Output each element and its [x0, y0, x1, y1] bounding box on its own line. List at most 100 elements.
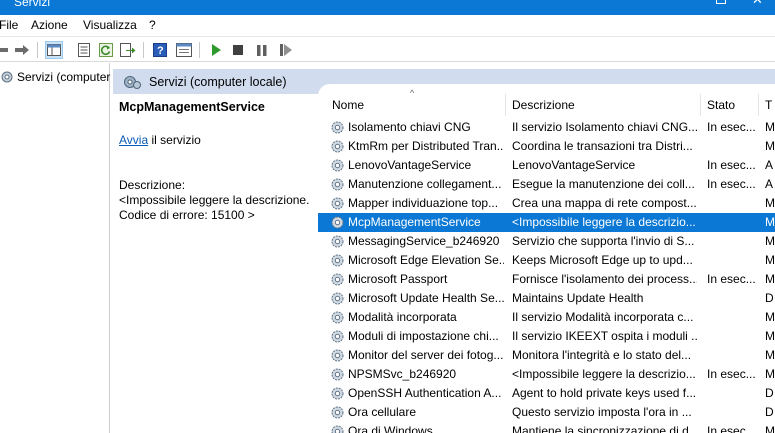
table-row[interactable]: Ora di Windows Mantiene la sincronizzazio…: [318, 422, 775, 433]
service-gear-icon: [331, 330, 344, 343]
table-row[interactable]: MessagingService_b246920 Servizio che sup…: [318, 232, 775, 251]
services-icon: [124, 75, 141, 89]
service-gear-icon: [331, 159, 344, 172]
cell-startup-type: M: [765, 424, 775, 433]
cell-startup-type: M: [765, 196, 775, 210]
cell-startup-type: A: [765, 177, 774, 191]
cell-description: <Impossibile leggere la descrizio...: [512, 215, 696, 229]
cell-description: Servizio che supporta l'invio di S...: [512, 234, 695, 248]
description-label: Descrizione:: [119, 178, 186, 192]
cell-description: Il servizio IKEEXT ospita i moduli ...: [512, 329, 697, 343]
menu-azione[interactable]: Azione: [31, 18, 68, 32]
cell-description: Esegue la manutenzione dei coll...: [512, 177, 695, 191]
cell-startup-type: A: [765, 158, 774, 172]
table-row[interactable]: Microsoft Edge Elevation Se... Keeps Micr…: [318, 251, 775, 270]
menu-visualizza[interactable]: Visualizza: [83, 18, 137, 32]
cell-startup-type: D: [765, 405, 774, 419]
maximize-icon[interactable]: [716, 0, 726, 4]
cell-description: Il servizio Isolamento chiavi CNG...: [512, 120, 697, 134]
cell-name: Microsoft Passport: [348, 272, 448, 286]
view-icon[interactable]: [175, 41, 193, 59]
cell-name: OpenSSH Authentication A...: [348, 386, 502, 400]
cell-description: <Impossibile leggere la descrizio...: [512, 367, 696, 381]
service-gear-icon: [331, 254, 344, 267]
service-gear-icon: [331, 406, 344, 419]
cell-state: In esec...: [707, 177, 756, 191]
table-row[interactable]: Modalità incorporata Il servizio Modalità…: [318, 308, 775, 327]
table-row[interactable]: Mapper individuazione top... Crea una map…: [318, 194, 775, 213]
cell-description: Mantiene la sincronizzazione di d...: [512, 424, 697, 433]
table-row[interactable]: Microsoft Passport Fornisce l'isolamento …: [318, 270, 775, 289]
refresh-icon[interactable]: [97, 41, 115, 59]
cell-startup-type: M: [765, 272, 775, 286]
cell-name: Microsoft Update Health Se...: [348, 291, 504, 305]
table-row[interactable]: Microsoft Update Health Se... Maintains U…: [318, 289, 775, 308]
cell-state: In esec...: [707, 120, 756, 134]
cell-name: Isolamento chiavi CNG: [348, 120, 471, 134]
column-header-descrizione[interactable]: Descrizione: [506, 94, 701, 116]
table-row[interactable]: Ora cellulare Questo servizio imposta l'o…: [318, 403, 775, 422]
table-row[interactable]: KtmRm per Distributed Tran... Coordina le…: [318, 137, 775, 156]
table-row[interactable]: McpManagementService <Impossibile leggere…: [318, 213, 775, 232]
cell-startup-type: D: [765, 386, 774, 400]
services-list: ^ Nome Descrizione Stato T Isolamento ch…: [318, 84, 775, 433]
service-gear-icon: [331, 273, 344, 286]
table-row[interactable]: OpenSSH Authentication A... Agent to hold…: [318, 384, 775, 403]
help-icon[interactable]: ?: [151, 41, 169, 59]
window-title: Servizi: [14, 0, 51, 9]
forward-arrow-icon[interactable]: [13, 41, 31, 59]
cell-name: Ora cellulare: [348, 405, 417, 419]
cell-description: Keeps Microsoft Edge up to upd...: [512, 253, 693, 267]
table-row[interactable]: Moduli di impostazione chi... Il servizio…: [318, 327, 775, 346]
cell-startup-type: M: [765, 139, 775, 153]
cell-name: Ora di Windows: [348, 424, 433, 433]
column-header-tipo[interactable]: T: [759, 94, 775, 116]
gear-icon: [1, 71, 13, 83]
toolbar-separator: [37, 42, 38, 58]
cell-description: Agent to hold private keys used f...: [512, 386, 697, 400]
svg-text:?: ?: [157, 45, 164, 57]
restart-icon[interactable]: [277, 41, 295, 59]
service-gear-icon: [331, 140, 344, 153]
export-icon[interactable]: [119, 41, 137, 59]
detail-pane: McpManagementService Avvia il servizio D…: [113, 94, 318, 433]
close-icon[interactable]: ✕: [752, 0, 763, 8]
menu-help[interactable]: ?: [149, 18, 156, 32]
table-row[interactable]: NPSMSvc_b246920 <Impossibile leggere la d…: [318, 365, 775, 384]
properties-icon[interactable]: [75, 41, 93, 59]
column-header-nome[interactable]: Nome: [318, 94, 506, 116]
cell-startup-type: M: [765, 329, 775, 343]
console-tree-icon[interactable]: [45, 41, 63, 59]
service-gear-icon: [331, 216, 344, 229]
cell-startup-type: M: [765, 215, 775, 229]
service-description: Descrizione: <Impossibile leggere la des…: [119, 178, 314, 223]
start-service-link[interactable]: Avvia: [119, 133, 148, 147]
menu-file[interactable]: File: [0, 18, 18, 32]
cell-name: KtmRm per Distributed Tran...: [348, 139, 504, 153]
toolbar-separator: [199, 42, 200, 58]
pause-icon[interactable]: [253, 41, 271, 59]
cell-description: Il servizio Modalità incorporata c...: [512, 310, 694, 324]
cell-startup-type: M: [765, 367, 775, 381]
back-arrow-icon[interactable]: [0, 41, 10, 59]
play-icon[interactable]: [207, 41, 225, 59]
start-service-row: Avvia il servizio: [119, 133, 201, 147]
cell-description: Maintains Update Health: [512, 291, 644, 305]
menu-bar: File Azione Visualizza ?: [0, 15, 775, 37]
column-header-stato[interactable]: Stato: [701, 94, 759, 116]
service-gear-icon: [331, 425, 344, 433]
toolbar-separator: [143, 42, 144, 58]
panel-header-title: Servizi (computer locale): [149, 74, 287, 89]
tree-node-label: Servizi (computer: [17, 70, 111, 84]
stop-icon[interactable]: [229, 41, 247, 59]
cell-description: Crea una mappa di rete compost...: [512, 196, 697, 210]
cell-description: Fornisce l'isolamento dei process...: [512, 272, 697, 286]
table-row[interactable]: Isolamento chiavi CNG Il servizio Isolame…: [318, 118, 775, 137]
cell-name: LenovoVantageService: [348, 158, 472, 172]
cell-description: Monitora l'integrità e lo stato del...: [512, 348, 692, 362]
tree-node-services[interactable]: Servizi (computer: [0, 68, 110, 86]
table-row[interactable]: Monitor del server dei fotog... Monitora …: [318, 346, 775, 365]
service-gear-icon: [331, 349, 344, 362]
table-row[interactable]: LenovoVantageService LenovoVantageService…: [318, 156, 775, 175]
table-row[interactable]: Manutenzione collegament... Esegue la man…: [318, 175, 775, 194]
